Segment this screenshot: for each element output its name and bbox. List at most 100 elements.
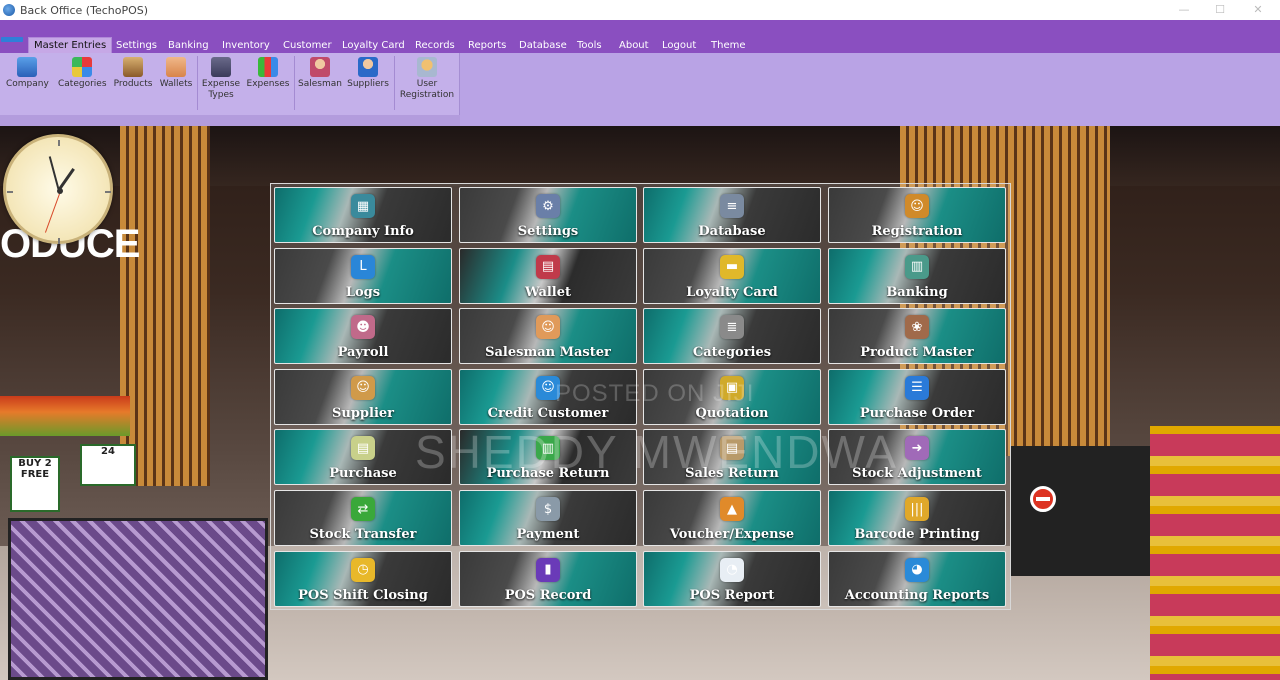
- wallet-icon: ▤: [536, 254, 560, 279]
- price-tag: 24: [80, 444, 136, 486]
- no-entry-sign: [1030, 486, 1056, 512]
- logs-icon: L: [351, 254, 375, 279]
- payment-icon: $: [536, 497, 560, 521]
- tile-salesman-master[interactable]: ☺ Salesman Master: [459, 308, 637, 365]
- menu-records[interactable]: Records: [415, 38, 455, 53]
- ribbon-products-button[interactable]: Products: [112, 57, 154, 90]
- tile-product-master[interactable]: ❀ Product Master: [828, 308, 1006, 365]
- purchase-icon: ▤: [351, 436, 375, 461]
- tile-label: Banking: [886, 284, 948, 300]
- minimize-button[interactable]: —: [1166, 0, 1202, 20]
- suppliers-icon: [358, 57, 378, 77]
- tile-pos-record[interactable]: ▮ POS Record: [459, 550, 637, 607]
- window-title: Back Office (TechoPOS): [20, 3, 149, 17]
- clock-second-hand: [44, 191, 61, 233]
- tile-label: Credit Customer: [487, 405, 609, 421]
- ribbon-wallets-button[interactable]: Wallets: [158, 57, 194, 90]
- ribbon-separator: [197, 56, 198, 110]
- tile-label: Settings: [517, 224, 579, 239]
- watermark-text: SHEDDY MWENDWA: [415, 426, 898, 478]
- tile-label: Purchase Order: [859, 405, 975, 421]
- tile-logs[interactable]: L Logs: [274, 247, 452, 304]
- tile-accounting-reports[interactable]: ◕ Accounting Reports: [828, 550, 1006, 607]
- expense-types-icon: [211, 57, 231, 77]
- expenses-icon: [258, 57, 278, 77]
- tile-label: Company Info: [312, 224, 414, 239]
- tile-label: POS Record: [504, 587, 592, 603]
- products-icon: [123, 57, 143, 77]
- tile-label: POS Shift Closing: [298, 587, 428, 603]
- tile-stock-transfer[interactable]: ⇄ Stock Transfer: [274, 490, 452, 546]
- menu-reports[interactable]: Reports: [468, 38, 506, 53]
- menu-logout[interactable]: Logout: [662, 38, 696, 53]
- tile-label: Supplier: [331, 405, 395, 421]
- menu-theme[interactable]: Theme: [711, 38, 746, 53]
- tile-categories[interactable]: ≣ Categories: [643, 308, 821, 365]
- tile-payroll[interactable]: ☻ Payroll: [274, 308, 452, 365]
- menu-bar: Master Entries Settings Banking Inventor…: [0, 20, 1280, 54]
- ribbon-suppliers-button[interactable]: Suppliers: [346, 57, 390, 90]
- snack-shelf: [1150, 426, 1280, 680]
- tile-database[interactable]: ≡ Database: [643, 187, 821, 243]
- ribbon-categories-button[interactable]: Categories: [58, 57, 107, 90]
- menu-about[interactable]: About: [619, 38, 649, 53]
- menu-master-entries[interactable]: Master Entries: [28, 37, 113, 54]
- menu-database[interactable]: Database: [519, 38, 567, 53]
- menu-settings[interactable]: Settings: [116, 38, 157, 53]
- menu-inventory[interactable]: Inventory: [222, 38, 270, 53]
- barcode-printing-icon: |||: [905, 497, 929, 521]
- tile-banking[interactable]: ▥ Banking: [828, 247, 1006, 304]
- tile-purchase-order[interactable]: ☰ Purchase Order: [828, 368, 1006, 425]
- close-button[interactable]: ✕: [1240, 0, 1276, 20]
- tile-label: Categories: [692, 345, 772, 361]
- banking-icon: ▥: [905, 254, 929, 279]
- menu-customer[interactable]: Customer: [283, 38, 332, 53]
- ribbon-expense-types-button[interactable]: Expense Types: [201, 57, 241, 101]
- tile-supplier[interactable]: ☺ Supplier: [274, 368, 452, 425]
- user-registration-icon: [417, 57, 437, 77]
- tile-label: Registration: [871, 224, 963, 239]
- ribbon-user-registration-button[interactable]: User Registration: [398, 57, 456, 101]
- tile-pos-report[interactable]: ◔ POS Report: [643, 550, 821, 607]
- ribbon-company-button[interactable]: Company: [6, 57, 49, 90]
- tile-label: Payroll: [337, 345, 389, 361]
- ribbon: Company Categories Products Wallets Expe…: [0, 53, 1280, 126]
- tile-wallet[interactable]: ▤ Wallet: [459, 247, 637, 304]
- stock-adjustment-icon: ➜: [905, 436, 929, 461]
- company-icon: [17, 57, 37, 77]
- wallets-icon: [166, 57, 186, 77]
- pos-shift-closing-icon: ◷: [351, 557, 375, 582]
- pillar-left: [120, 126, 210, 486]
- registration-icon: ☺: [905, 194, 929, 218]
- tile-label: Voucher/Expense: [669, 527, 795, 542]
- quick-access-button[interactable]: [1, 37, 23, 42]
- ribbon-group-footer: [0, 115, 460, 126]
- tile-label: Database: [698, 224, 766, 239]
- supplier-icon: ☺: [351, 375, 375, 400]
- menu-banking[interactable]: Banking: [168, 38, 209, 53]
- tile-registration[interactable]: ☺ Registration: [828, 187, 1006, 243]
- product-master-icon: ❀: [905, 315, 929, 340]
- ribbon-expenses-button[interactable]: Expenses: [246, 57, 290, 90]
- menu-tools[interactable]: Tools: [577, 38, 602, 53]
- maximize-button[interactable]: ☐: [1202, 0, 1238, 20]
- tile-payment[interactable]: $ Payment: [459, 490, 637, 546]
- tile-label: Salesman Master: [485, 345, 611, 361]
- menu-loyalty-card[interactable]: Loyalty Card: [342, 38, 405, 53]
- tile-company-info[interactable]: ▦ Company Info: [274, 187, 452, 243]
- tile-voucher-expense[interactable]: ▲ Voucher/Expense: [643, 490, 821, 546]
- tile-label: Loyalty Card: [686, 284, 778, 300]
- company-info-icon: ▦: [351, 194, 375, 218]
- produce-rack: [0, 396, 130, 436]
- ribbon-group-master-entries: Company Categories Products Wallets Expe…: [0, 53, 460, 126]
- checkout-counter: [1010, 446, 1160, 576]
- tile-label: Logs: [345, 284, 381, 300]
- tile-settings[interactable]: ⚙ Settings: [459, 187, 637, 243]
- ribbon-salesman-button[interactable]: Salesman: [298, 57, 342, 90]
- tile-loyalty-card[interactable]: ▬ Loyalty Card: [643, 247, 821, 304]
- tile-barcode-printing[interactable]: ||| Barcode Printing: [828, 490, 1006, 546]
- price-tag: BUY 2 FREE: [10, 456, 60, 512]
- tile-pos-shift-closing[interactable]: ◷ POS Shift Closing: [274, 550, 452, 607]
- pos-record-icon: ▮: [536, 557, 560, 582]
- tile-label: Accounting Reports: [844, 587, 990, 603]
